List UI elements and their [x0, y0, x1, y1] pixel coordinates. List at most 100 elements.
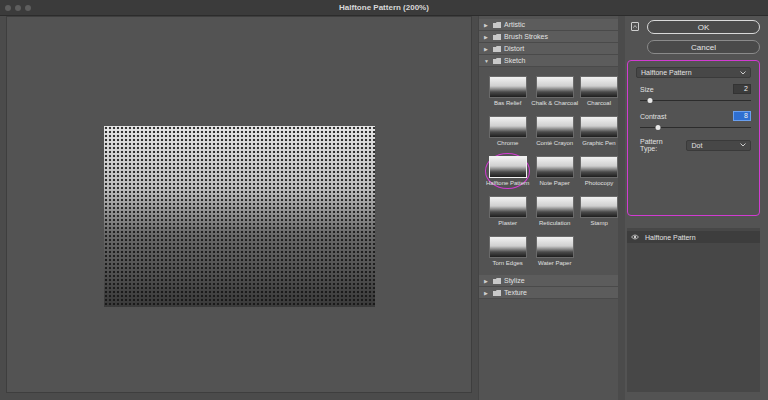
- filter-item[interactable]: Bas Relief: [485, 73, 530, 109]
- chevron-down-icon: [740, 71, 746, 75]
- filter-label: Plaster: [498, 220, 517, 226]
- layer-label: Halftone Pattern: [645, 234, 696, 241]
- category-label: Artistic: [504, 21, 525, 28]
- pattern-type-row: Pattern Type:Dot: [636, 138, 751, 152]
- filter-label: Water Paper: [538, 260, 571, 266]
- filter-label: Chrome: [497, 140, 518, 146]
- filter-item[interactable]: Chalk & Charcoal: [530, 73, 579, 109]
- disclosure-icon[interactable]: ▼: [484, 58, 490, 64]
- title-bar: Halftone Pattern (200%): [0, 0, 768, 16]
- effect-layer[interactable]: Halftone Pattern: [627, 231, 760, 243]
- collapse-button[interactable]: [631, 22, 639, 31]
- filter-item[interactable]: Graphic Pen: [579, 113, 619, 149]
- filter-item[interactable]: Reticulation: [530, 193, 579, 229]
- disclosure-icon[interactable]: ▶: [484, 290, 490, 296]
- folder-icon: [493, 46, 501, 52]
- filter-item[interactable]: Conté Crayon: [530, 113, 579, 149]
- minimize-button[interactable]: [15, 5, 21, 11]
- slider-setting: Size 2: [636, 84, 751, 105]
- filter-item[interactable]: Stamp: [579, 193, 619, 229]
- window-controls: [5, 5, 31, 11]
- dialog-buttons: OK Cancel: [647, 20, 760, 54]
- zoom-button[interactable]: [25, 5, 31, 11]
- category-row[interactable]: ▶ Stylize: [479, 275, 618, 287]
- filter-label: Photocopy: [585, 180, 613, 186]
- filter-item[interactable]: Photocopy: [579, 153, 619, 189]
- preview-pane: [0, 16, 478, 400]
- filter-thumbnail[interactable]: [580, 116, 618, 138]
- filter-thumbnail[interactable]: [536, 196, 574, 218]
- filter-settings: Halftone Pattern Size 2 Contrast8 Pattern Ty…: [627, 60, 760, 216]
- filter-label: Bas Relief: [494, 100, 521, 106]
- filter-label: Conté Crayon: [536, 140, 573, 146]
- slider-track[interactable]: [640, 100, 751, 101]
- dialog-body: ▶Artistic▶Brush Strokes▶Distort▼SketchBa…: [0, 16, 768, 400]
- filter-thumbnail[interactable]: [536, 156, 574, 178]
- filter-thumbnail[interactable]: [489, 196, 527, 218]
- disclosure-icon[interactable]: ▶: [484, 34, 490, 40]
- slider-thumb[interactable]: [647, 98, 652, 103]
- disclosure-icon[interactable]: ▶: [484, 46, 490, 52]
- disclosure-icon[interactable]: ▶: [484, 278, 490, 284]
- chevron-down-icon: [740, 143, 746, 147]
- filter-thumbnail[interactable]: [489, 156, 527, 178]
- filter-label: Note Paper: [540, 180, 570, 186]
- preview-canvas[interactable]: [6, 16, 472, 393]
- category-label: Stylize: [504, 277, 525, 284]
- category-row[interactable]: ▶ Texture: [479, 287, 618, 299]
- filter-thumbnail[interactable]: [536, 116, 574, 138]
- filter-item[interactable]: Charcoal: [579, 73, 619, 109]
- category-label: Distort: [504, 45, 524, 52]
- eye-icon[interactable]: [631, 234, 639, 240]
- category-row[interactable]: ▶ Distort: [479, 43, 618, 55]
- filter-thumbnail[interactable]: [489, 76, 527, 98]
- filter-thumbnail[interactable]: [536, 236, 574, 258]
- slider-thumb[interactable]: [655, 125, 660, 130]
- folder-icon: [493, 34, 501, 40]
- folder-icon: [493, 290, 501, 296]
- filter-item[interactable]: Torn Edges: [485, 233, 530, 269]
- value-input[interactable]: 8: [733, 111, 751, 121]
- filter-label: Reticulation: [539, 220, 570, 226]
- filter-gallery-window: Halftone Pattern (200%) ▶ Artistic ▶Brush S…: [0, 0, 768, 400]
- collapse-icon: [633, 25, 637, 28]
- category-row[interactable]: ▼ Sketch: [479, 55, 618, 67]
- effect-layers: Halftone Pattern: [627, 228, 760, 392]
- category-label: Texture: [504, 289, 527, 296]
- filter-item[interactable]: Plaster: [485, 193, 530, 229]
- filter-list: ▶Artistic▶Brush Strokes▶Distort▼SketchBa…: [478, 16, 618, 400]
- category-label: Sketch: [504, 57, 525, 64]
- pattern-type-select[interactable]: Dot: [686, 140, 751, 151]
- window-title: Halftone Pattern (200%): [339, 3, 429, 12]
- close-button[interactable]: [5, 5, 11, 11]
- filter-item[interactable]: Chrome: [485, 113, 530, 149]
- slider-setting: Contrast8: [636, 111, 751, 132]
- value-input[interactable]: 2: [733, 84, 751, 94]
- category-row[interactable]: ▶ Artistic: [479, 19, 618, 31]
- dialog-button[interactable]: Cancel: [647, 40, 760, 54]
- filter-grid: Bas Relief Chalk & Charcoal Charcoal Chrome…: [479, 67, 618, 275]
- disclosure-icon[interactable]: ▶: [484, 22, 490, 28]
- button-row: OK Cancel: [627, 20, 760, 54]
- filter-item[interactable]: Water Paper: [530, 233, 579, 269]
- preview-image: [104, 126, 375, 307]
- filter-thumbnail[interactable]: [489, 116, 527, 138]
- category-row[interactable]: ▶Brush Strokes: [479, 31, 618, 43]
- filter-thumbnail[interactable]: [580, 76, 618, 98]
- settings-pane: OK Cancel Halftone Pattern Size 2 Contrast8 Pa…: [625, 16, 768, 400]
- filter-item[interactable]: Halftone Pattern: [485, 153, 530, 189]
- filter-thumbnail[interactable]: [489, 236, 527, 258]
- dialog-button[interactable]: OK: [647, 20, 760, 34]
- filter-thumbnail[interactable]: [580, 196, 618, 218]
- filter-label: Torn Edges: [493, 260, 523, 266]
- filter-select[interactable]: Halftone Pattern: [636, 67, 751, 78]
- slider-track[interactable]: [640, 127, 751, 128]
- slider-label: Size: [640, 86, 654, 93]
- filter-label: Charcoal: [587, 100, 611, 106]
- filter-thumbnail[interactable]: [536, 76, 574, 98]
- filter-thumbnail[interactable]: [580, 156, 618, 178]
- folder-icon: [493, 58, 501, 64]
- filter-label: Stamp: [590, 220, 607, 226]
- slider-header: Size 2: [640, 84, 751, 94]
- filter-item[interactable]: Note Paper: [530, 153, 579, 189]
